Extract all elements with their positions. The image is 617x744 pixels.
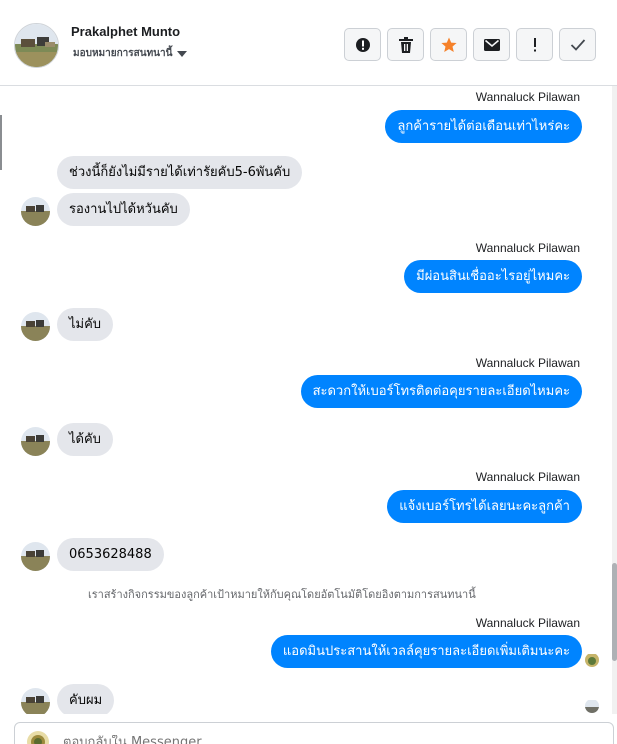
- contact-avatar-small: [21, 688, 50, 714]
- follow-up-button[interactable]: [516, 28, 553, 61]
- incoming-message[interactable]: ไม่คับ: [57, 308, 114, 341]
- page-avatar: [27, 731, 49, 744]
- outgoing-message[interactable]: สะดวกให้เบอร์โทรติดต่อคุยรายละเอียดไหมคะ: [300, 375, 582, 408]
- incoming-message[interactable]: ช่วงนี้ก็ยังไม่มีรายได้เท่ารัยคับ5-6พันค…: [57, 156, 303, 189]
- incoming-message[interactable]: 0653628488: [57, 538, 164, 571]
- seen-avatar-icon: [585, 699, 599, 713]
- outgoing-message[interactable]: แจ้งเบอร์โทรได้เลยนะคะลูกค้า: [387, 490, 582, 523]
- mark-done-button[interactable]: [559, 28, 596, 61]
- message-thread[interactable]: Wannaluck Pilawan ลูกค้ารายได้ต่อเดือนเท…: [0, 86, 612, 714]
- contact-avatar-small: [21, 197, 50, 226]
- alert-circle-icon: [355, 37, 370, 52]
- sender-name: Wannaluck Pilawan: [475, 241, 580, 255]
- conversation-header: Prakalphet Munto มอบหมายการสนทนานี้: [0, 0, 617, 86]
- contact-avatar-small: [21, 427, 50, 456]
- assign-conversation-dropdown[interactable]: มอบหมายการสนทนานี้: [73, 46, 188, 61]
- star-button[interactable]: [430, 28, 467, 61]
- mark-unread-button[interactable]: [473, 28, 510, 61]
- sender-name: Wannaluck Pilawan: [475, 90, 580, 104]
- outgoing-message[interactable]: มีผ่อนสินเชื่ออะไรอยู่ไหมคะ: [404, 260, 582, 293]
- exclamation-icon: [533, 37, 536, 51]
- outgoing-message[interactable]: แอดมินประสานให้เวลล์คุยรายละเอียดเพิ่มเต…: [270, 635, 582, 668]
- caret-down-icon: [177, 50, 188, 57]
- contact-avatar[interactable]: [14, 23, 59, 68]
- envelope-icon: [483, 38, 500, 51]
- outgoing-message[interactable]: ลูกค้ารายได้ต่อเดือนเท่าไหร่คะ: [385, 110, 582, 143]
- incoming-message[interactable]: ได้คับ: [57, 423, 113, 456]
- assign-label: มอบหมายการสนทนานี้: [73, 48, 173, 59]
- contact-avatar-small: [21, 312, 50, 341]
- seen-avatar-icon: [585, 653, 599, 667]
- sender-name: Wannaluck Pilawan: [475, 470, 580, 484]
- contact-name[interactable]: Prakalphet Munto: [71, 24, 180, 39]
- incoming-message[interactable]: รองานไปได้หวันคับ: [57, 193, 190, 226]
- thread-scrollbar[interactable]: [612, 86, 617, 714]
- reply-input[interactable]: [63, 735, 583, 744]
- checkmark-icon: [570, 38, 585, 51]
- sender-name: Wannaluck Pilawan: [475, 356, 580, 370]
- star-icon: [440, 37, 457, 52]
- mark-spam-button[interactable]: [344, 28, 381, 61]
- delete-button[interactable]: [387, 28, 424, 61]
- contact-avatar-small: [21, 542, 50, 571]
- scrollbar-thumb[interactable]: [612, 563, 617, 661]
- incoming-message[interactable]: คับผม: [57, 684, 115, 714]
- reply-composer[interactable]: [14, 722, 614, 744]
- trash-icon: [398, 36, 413, 53]
- sender-name: Wannaluck Pilawan: [475, 616, 580, 630]
- system-notice: เราสร้างกิจกรรมของลูกค้าเป้าหมายให้กับคุ…: [88, 588, 476, 601]
